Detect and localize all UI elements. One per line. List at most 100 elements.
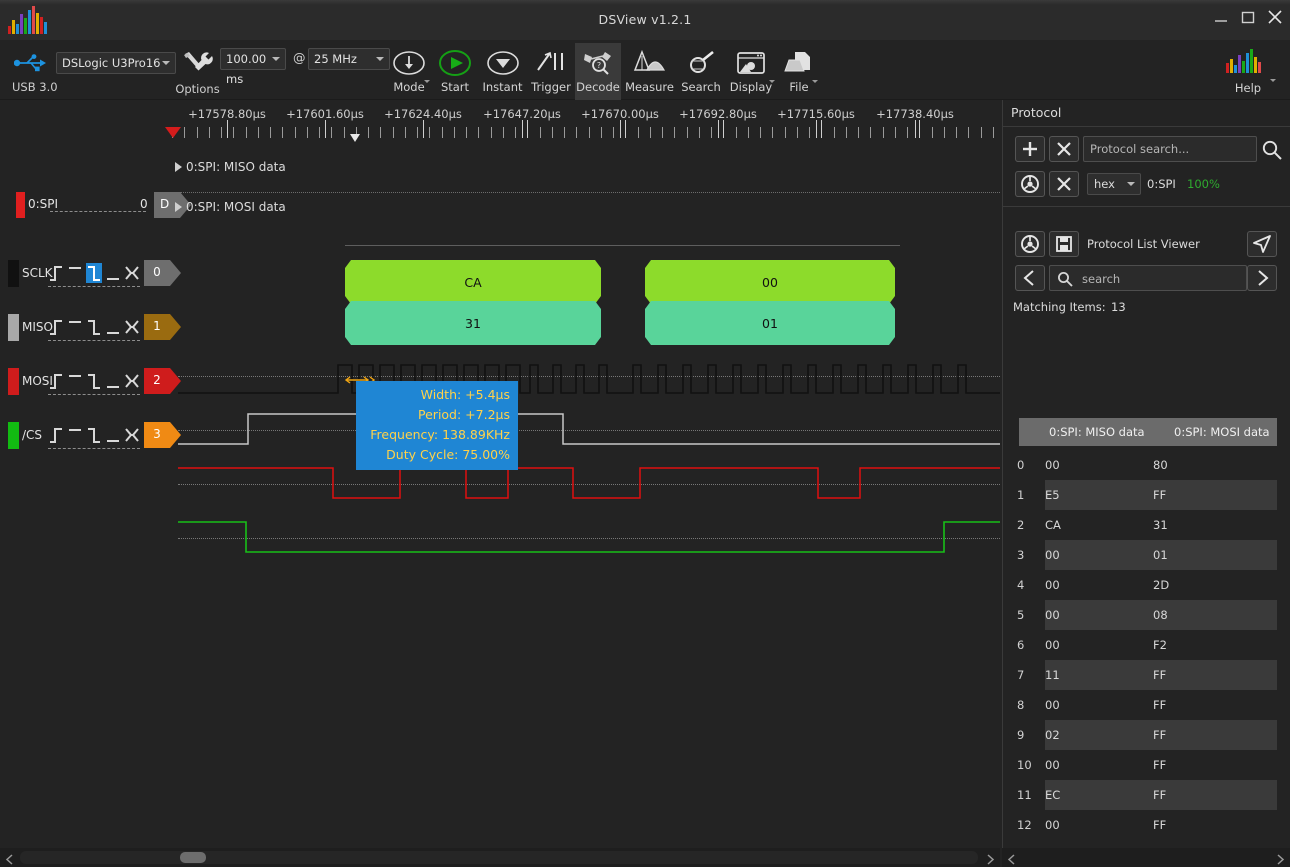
list-settings-button[interactable] (1015, 231, 1045, 257)
table-row[interactable]: 7 11 FF (1003, 660, 1290, 690)
trigger-falling-icon[interactable] (86, 371, 102, 391)
decode-block-miso-00[interactable]: 00 (645, 260, 895, 304)
decode-block-mosi-01[interactable]: 01 (645, 301, 895, 345)
add-decoder-button[interactable] (1015, 136, 1045, 162)
next-match-button[interactable] (1247, 265, 1277, 291)
table-row[interactable]: 12 00 FF (1003, 810, 1290, 840)
trigger-falling-icon[interactable] (86, 263, 102, 283)
protocol-search-icon[interactable] (1261, 139, 1283, 165)
toolbar-button-file[interactable]: File (778, 43, 820, 100)
samplerate-select[interactable]: 25 MHz (308, 48, 390, 70)
device-select-value: DSLogic U3Pro16 (62, 56, 161, 70)
trigger-rising-icon[interactable] (48, 371, 64, 391)
usb-icon (13, 54, 46, 72)
table-row[interactable]: 6 00 F2 (1003, 630, 1290, 660)
decoder-group-label[interactable]: 0:SPI 0 D (8, 192, 191, 220)
dock-scroll-left-button[interactable] (1004, 851, 1020, 865)
decoder-settings-button[interactable] (1015, 171, 1045, 197)
decoder-row-expander-miso[interactable] (175, 162, 182, 172)
trigger-edge-icon[interactable] (124, 317, 140, 337)
timebase-select[interactable]: 100.00 ms (220, 48, 286, 86)
maximize-icon[interactable] (1239, 8, 1257, 26)
toolbar-button-decode[interactable]: ? Decode (575, 43, 621, 100)
trigger-falling-icon[interactable] (86, 425, 102, 445)
column-header-mosi: 0:SPI: MOSI data (1174, 425, 1270, 439)
trigger-edge-icon[interactable] (124, 425, 140, 445)
channel-badge-sclk[interactable]: 0 (144, 260, 181, 286)
toolbar-button-display[interactable]: Display (725, 43, 777, 100)
ruler-tick (527, 120, 528, 138)
trigger-high-icon[interactable] (67, 317, 83, 337)
toolbar-button-trigger[interactable]: Trigger (528, 43, 574, 100)
waveform-area[interactable]: +17578.80µs +17601.60µs +17624.40µs +17647.… (0, 100, 1000, 848)
trigger-rising-icon[interactable] (48, 263, 64, 283)
table-row[interactable]: 1 E5 FF (1003, 480, 1290, 510)
protocol-search-input[interactable]: Protocol search... (1083, 136, 1257, 162)
trigger-low-icon[interactable] (105, 317, 121, 337)
channel-badge-miso[interactable]: 1 (144, 314, 181, 340)
dock-scrollbar[interactable] (1002, 848, 1290, 867)
channel-badge-mosi[interactable]: 2 (144, 368, 181, 394)
trigger-options-cs[interactable] (48, 425, 140, 447)
decode-block-mosi-31[interactable]: 31 (345, 301, 601, 345)
scrollbar-thumb[interactable] (180, 852, 206, 863)
channel-header-cs[interactable]: /CS 3 (0, 415, 181, 461)
table-row[interactable]: 10 00 FF (1003, 750, 1290, 780)
table-row[interactable]: 5 00 08 (1003, 600, 1290, 630)
toolbar-button-search[interactable]: Search (677, 43, 725, 100)
trigger-rising-icon[interactable] (48, 317, 64, 337)
help-button[interactable]: Help (1218, 43, 1278, 100)
cursor-marker[interactable] (350, 134, 360, 142)
decode-block-miso-ca[interactable]: CA (345, 260, 601, 304)
trigger-high-icon[interactable] (67, 425, 83, 445)
trigger-low-icon[interactable] (105, 263, 121, 283)
table-row[interactable]: 3 00 01 (1003, 540, 1290, 570)
toolbar-button-instant[interactable]: Instant (478, 43, 527, 100)
clear-decoder-button[interactable] (1049, 171, 1079, 197)
table-row[interactable]: 2 CA 31 (1003, 510, 1290, 540)
prev-match-button[interactable] (1015, 265, 1045, 291)
table-row[interactable]: 0 00 80 (1003, 450, 1290, 480)
format-select[interactable]: hex (1087, 173, 1141, 195)
channel-header-sclk[interactable]: SCLK 0 (0, 253, 181, 299)
trigger-options-mosi[interactable] (48, 371, 140, 393)
scroll-left-button[interactable] (2, 851, 18, 865)
remove-decoder-button[interactable] (1049, 136, 1079, 162)
trigger-options-sclk[interactable] (48, 263, 140, 285)
trigger-high-icon[interactable] (67, 263, 83, 283)
scroll-right-button[interactable] (982, 851, 998, 865)
device-select[interactable]: DSLogic U3Pro16 (56, 52, 176, 74)
table-row[interactable]: 11 EC FF (1003, 780, 1290, 810)
timeline-ruler[interactable]: +17578.80µs +17601.60µs +17624.40µs +17647.… (0, 100, 1000, 145)
scrollbar-track[interactable] (20, 851, 978, 864)
trigger-low-icon[interactable] (105, 425, 121, 445)
trigger-position-marker[interactable] (165, 127, 181, 138)
trigger-rising-icon[interactable] (48, 425, 64, 445)
toolbar-button-mode[interactable]: Mode (386, 43, 432, 100)
table-row[interactable]: 4 00 2D (1003, 570, 1290, 600)
list-search-input[interactable]: search (1049, 265, 1247, 291)
save-list-button[interactable] (1049, 231, 1079, 257)
navigate-button[interactable] (1247, 231, 1277, 257)
close-icon[interactable] (1266, 8, 1284, 26)
options-button[interactable]: Options (175, 44, 220, 100)
dock-scroll-right-button[interactable] (1272, 851, 1288, 865)
trigger-options-miso[interactable] (48, 317, 140, 339)
toolbar-button-start[interactable]: Start (433, 43, 477, 100)
horizontal-scrollbar[interactable] (0, 848, 1000, 867)
toolbar-button-measure[interactable]: Measure (622, 43, 677, 100)
channel-header-miso[interactable]: MISO 1 (0, 307, 181, 353)
trigger-low-icon[interactable] (105, 371, 121, 391)
table-row[interactable]: 8 00 FF (1003, 690, 1290, 720)
trigger-falling-icon[interactable] (86, 317, 102, 337)
decoder-row-expander-mosi[interactable] (175, 202, 182, 212)
trigger-high-icon[interactable] (67, 371, 83, 391)
channel-badge-cs[interactable]: 3 (144, 422, 181, 448)
minimize-icon[interactable] (1212, 8, 1230, 26)
trigger-edge-icon[interactable] (124, 371, 140, 391)
channel-header-mosi[interactable]: MOSI 2 (0, 361, 181, 407)
cell-mosi: FF (1153, 698, 1167, 712)
table-row[interactable]: 9 02 FF (1003, 720, 1290, 750)
panel-divider-2 (1003, 206, 1290, 207)
trigger-edge-icon[interactable] (124, 263, 140, 283)
